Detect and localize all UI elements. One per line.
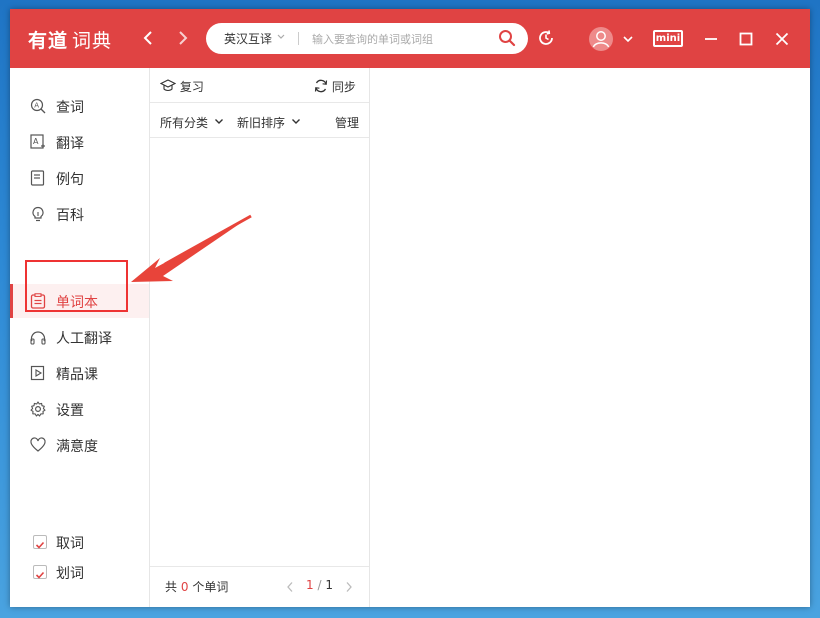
wordbook-footer: 共 0 个单词 1 / 1 [150,578,369,598]
search-mode-select[interactable]: 英汉互译 [224,30,272,47]
search-box: 英汉互译 [206,23,528,54]
titlebar: 有道 词典 英汉互译 输入要查询的单词或词组 mini [10,9,810,68]
sidebar-item-courses[interactable]: 精品课 [10,356,149,390]
count-value: 0 [180,580,189,594]
lookup-icon: A [30,98,46,114]
sidebar-item-label: 设置 [56,403,84,419]
sidebar-item-label: 百科 [56,208,84,224]
detail-area [370,68,810,607]
sort-filter[interactable]: 新旧排序 [237,114,301,131]
wordbook-panel: 复习 同步 所有分类 新旧排序 管理 共 0 个单词 1 / 1 [150,68,370,607]
sidebar-item-label: 例句 [56,172,84,188]
sidebar-item-sentences[interactable]: 例句 [10,161,149,195]
word-count: 共 0 个单词 [165,578,228,595]
wordbook-icon [30,293,46,309]
human-translate-icon [30,331,46,345]
category-filter[interactable]: 所有分类 [160,114,224,131]
sync-button[interactable]: 同步 [314,78,356,95]
review-label: 复习 [179,80,204,94]
gear-icon [30,401,46,417]
heart-icon [30,437,46,452]
sidebar-item-satisfaction[interactable]: 满意度 [10,428,149,462]
sentence-icon [30,170,45,186]
app-logo: 有道 词典 [28,26,112,53]
sidebar-item-human-translation[interactable]: 人工翻译 [10,320,149,354]
sidebar-item-label: 翻译 [56,136,84,152]
sidebar-item-label: 人工翻译 [56,331,112,347]
sidebar-item-label: 精品课 [56,367,98,383]
page-total: 1 [325,578,333,592]
search-icon[interactable] [498,29,516,47]
sidebar-item-wordbook[interactable]: 单词本 [10,284,149,318]
check-icon [35,571,45,579]
sidebar: A 查词 A 翻译 例句 百科 单词本 人工翻译 精品课 设置 满意度 取词 划… [10,68,150,607]
maximize-icon[interactable] [738,31,754,47]
pagination: 1 / 1 [306,578,333,592]
footer-divider [150,566,369,567]
sort-filter-label: 新旧排序 [237,116,286,130]
translate-icon: A [30,134,45,149]
mini-mode-button[interactable]: mini [653,30,683,47]
sidebar-item-label: 单词本 [56,295,98,311]
history-icon[interactable] [537,29,555,47]
active-indicator [10,284,13,318]
check-icon [35,541,45,549]
bulb-icon [32,206,44,222]
next-page-icon[interactable] [345,581,353,593]
prev-page-icon[interactable] [286,581,294,593]
sidebar-item-settings[interactable]: 设置 [10,392,149,426]
sync-icon [314,79,328,93]
capture-word-toggle[interactable]: 取词 [10,529,149,555]
chevron-down-icon [214,119,223,124]
category-filter-label: 所有分类 [160,116,209,130]
count-suffix: 个单词 [192,580,229,594]
app-window: 有道 词典 英汉互译 输入要查询的单词或词组 mini A 查词 A 翻译 例句… [10,9,810,607]
sidebar-item-encyclopedia[interactable]: 百科 [10,197,149,231]
chevron-right-icon[interactable] [177,30,189,46]
sidebar-item-label: 查词 [56,100,84,116]
sidebar-divider [32,261,128,262]
checkbox[interactable] [33,565,47,579]
svg-text:A: A [34,102,39,110]
page-separator: / [317,578,322,592]
search-input[interactable] [310,29,484,49]
chevron-left-icon[interactable] [142,30,154,46]
svg-text:A: A [33,137,39,146]
sidebar-item-label: 满意度 [56,439,98,455]
toolbar-divider [150,102,369,103]
review-button[interactable]: 复习 [159,78,204,95]
page-current: 1 [306,578,314,592]
minimize-icon[interactable] [703,31,719,47]
checkbox-label: 划词 [56,566,84,582]
filter-divider [150,137,369,138]
manage-button[interactable]: 管理 [335,114,359,131]
logo-brand: 有道 [28,30,69,52]
checkbox[interactable] [33,535,47,549]
count-prefix: 共 [165,580,178,594]
logo-name: 词典 [72,30,113,52]
search-separator [298,32,299,45]
account-chevron-down-icon[interactable] [622,34,634,44]
checkbox-label: 取词 [56,536,84,552]
chevron-down-icon[interactable] [276,30,286,44]
select-word-toggle[interactable]: 划词 [10,559,149,585]
graduation-cap-icon [159,79,177,92]
sidebar-item-translate[interactable]: A 翻译 [10,125,149,159]
sidebar-item-lookup[interactable]: A 查词 [10,89,149,123]
sync-label: 同步 [331,80,356,94]
user-avatar-icon[interactable] [588,26,614,52]
course-icon [30,365,45,381]
close-icon[interactable] [774,31,790,47]
chevron-down-icon [291,119,300,124]
